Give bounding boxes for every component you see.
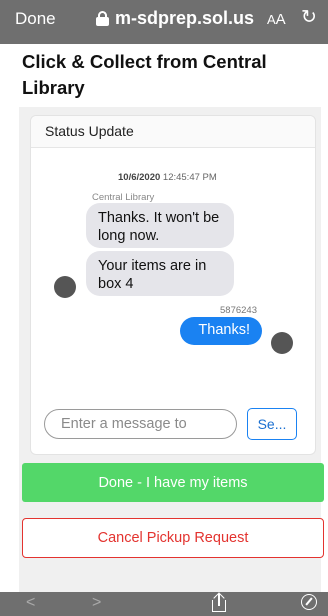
chat-header-title: Status Update (45, 123, 134, 139)
message-input[interactable] (44, 409, 237, 439)
user-avatar (271, 332, 293, 354)
share-icon[interactable] (212, 592, 226, 616)
lock-icon (96, 11, 109, 26)
text-size-button[interactable]: AA (267, 11, 286, 28)
browser-bottom-bar: < > (0, 592, 328, 616)
sender-name: Central Library (92, 192, 155, 203)
chat-header: Status Update (31, 116, 315, 148)
browser-top-bar: Done m-sdprep.sol.us AA ↻ (0, 0, 328, 44)
chevron-right-icon[interactable]: > (92, 594, 101, 612)
compass-icon[interactable] (301, 594, 317, 615)
text-size-big-label: A (275, 11, 286, 28)
page-title: Click & Collect from Central Library (22, 51, 267, 98)
outgoing-sender-id: 5876243 (220, 305, 257, 316)
done-have-items-button[interactable]: Done - I have my items (22, 463, 324, 502)
url-text: m-sdprep.sol.us (115, 8, 255, 28)
send-button[interactable]: Se... (247, 408, 297, 440)
outgoing-message: Thanks! (180, 317, 262, 345)
text-size-small-label: A (267, 12, 276, 27)
cancel-pickup-button[interactable]: Cancel Pickup Request (22, 518, 324, 558)
url-bar[interactable]: m-sdprep.sol.us (96, 8, 254, 29)
browser-done-button[interactable]: Done (15, 9, 56, 29)
incoming-message: Your items are in box 4 (86, 251, 234, 296)
timestamp-date: 10/6/2020 (118, 172, 161, 183)
message-timestamp: 10/6/2020 12:45:47 PM (118, 172, 217, 183)
library-avatar (54, 276, 76, 298)
reload-icon[interactable]: ↻ (301, 6, 317, 29)
chevron-left-icon[interactable]: < (26, 594, 35, 612)
timestamp-time: 12:45:47 PM (162, 172, 217, 183)
incoming-message: Thanks. It won't be long now. (86, 203, 234, 248)
